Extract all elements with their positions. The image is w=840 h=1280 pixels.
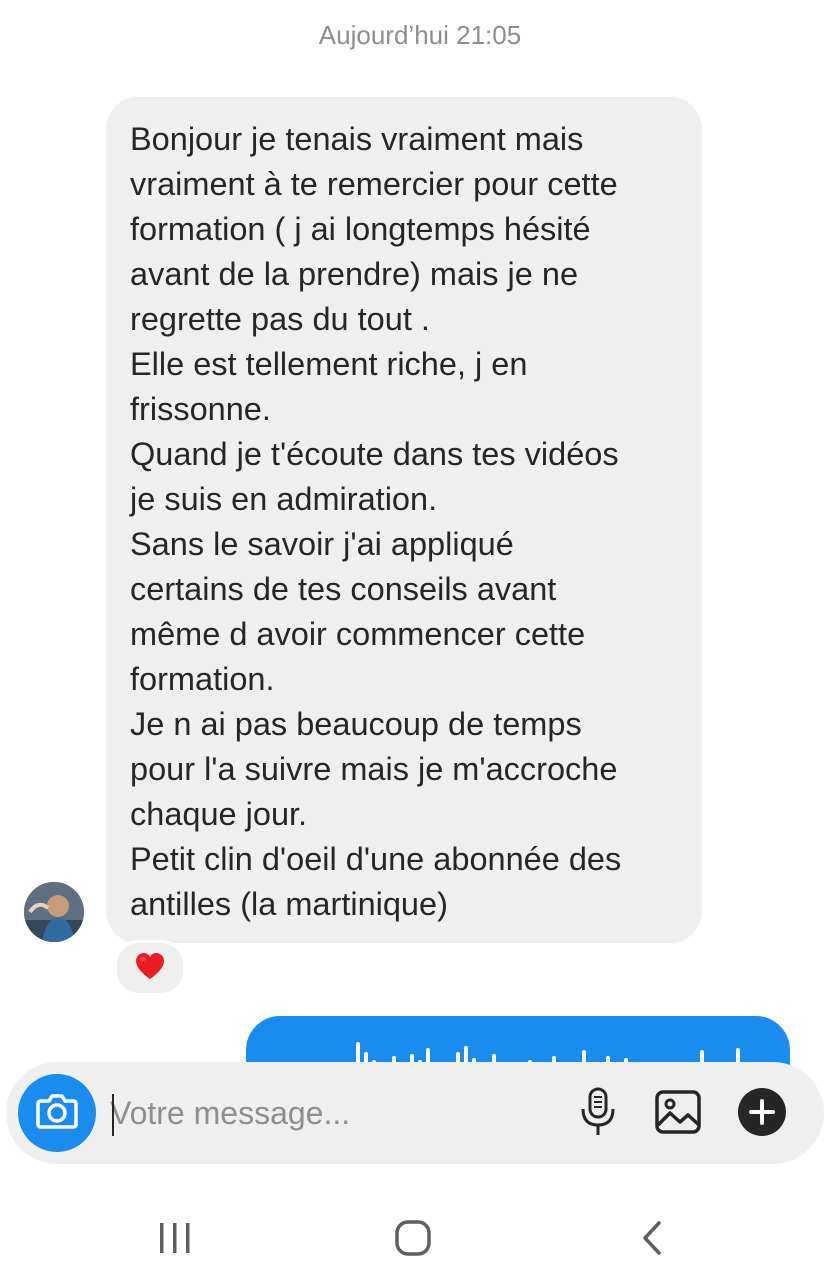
gallery-button[interactable] — [652, 1088, 704, 1140]
home-icon — [394, 1219, 432, 1262]
incoming-message-bubble[interactable]: Bonjour je tenais vraiment mais vraiment… — [106, 97, 702, 943]
text-cursor — [112, 1094, 114, 1136]
recent-apps-button[interactable] — [145, 1210, 205, 1270]
system-navigation-bar — [0, 1170, 840, 1280]
sender-avatar[interactable] — [24, 882, 84, 942]
microphone-button[interactable] — [572, 1087, 624, 1142]
thread-timestamp: Aujourd’hui 21:05 — [318, 20, 522, 50]
back-button[interactable] — [622, 1210, 682, 1270]
heart-reaction[interactable] — [114, 940, 186, 996]
message-composer — [6, 1062, 824, 1164]
heart-icon — [134, 951, 166, 986]
back-icon — [639, 1220, 665, 1261]
recent-apps-icon — [158, 1222, 192, 1259]
home-button[interactable] — [383, 1210, 443, 1270]
microphone-icon — [578, 1087, 618, 1142]
more-options-button[interactable] — [736, 1087, 788, 1142]
camera-icon — [35, 1091, 79, 1136]
image-icon — [654, 1089, 702, 1140]
camera-button[interactable] — [18, 1074, 96, 1152]
message-input[interactable] — [110, 1084, 550, 1142]
plus-icon — [737, 1087, 787, 1142]
avatar-photo — [24, 882, 84, 942]
incoming-message-text: Bonjour je tenais vraiment mais vraiment… — [130, 121, 622, 922]
